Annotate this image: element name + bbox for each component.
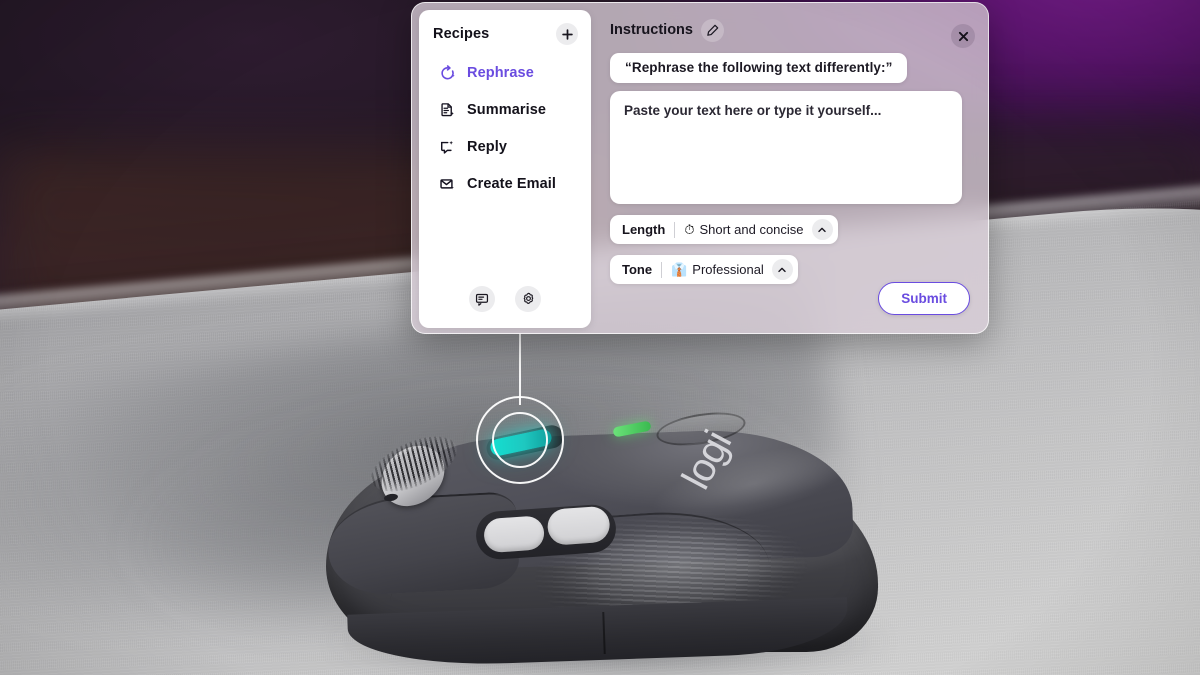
envelope-sparkle-icon bbox=[437, 174, 457, 194]
logi-ai-prompt-builder-panel: Recipes Rephrase Summarise Reply Create … bbox=[411, 2, 989, 334]
stopwatch-icon: ⏱ bbox=[684, 222, 695, 237]
add-recipe-button[interactable] bbox=[556, 23, 578, 45]
recipes-header: Recipes bbox=[419, 10, 591, 45]
prompt-text-chip[interactable]: “Rephrase the following text differently… bbox=[610, 53, 908, 83]
tone-dropdown[interactable]: Tone 👔 Professional bbox=[610, 255, 798, 284]
sidebar-item-label: Summarise bbox=[467, 102, 547, 118]
feedback-icon bbox=[475, 293, 489, 306]
instructions-header: Instructions bbox=[610, 17, 970, 43]
pencil-icon bbox=[707, 24, 719, 36]
screenshot-stage: logi Recipes Rephrase Summarise Reply Cr… bbox=[0, 0, 1200, 675]
computer-mouse-photo: logi bbox=[318, 398, 888, 675]
chevron-up-icon[interactable] bbox=[771, 259, 793, 280]
tone-option-row: Tone 👔 Professional bbox=[610, 255, 970, 284]
rephrase-sparkle-icon bbox=[437, 63, 457, 83]
necktie-icon: 👔 bbox=[671, 262, 688, 277]
recipes-sidebar: Recipes Rephrase Summarise Reply Create … bbox=[419, 10, 591, 328]
tone-label: Tone bbox=[622, 262, 653, 277]
settings-button[interactable] bbox=[515, 286, 541, 312]
sidebar-footer bbox=[419, 286, 591, 328]
close-icon bbox=[958, 31, 968, 41]
chevron-up-icon[interactable] bbox=[811, 219, 833, 240]
instructions-pane: Instructions “Rephrase the following tex… bbox=[598, 3, 988, 333]
tone-value: Professional bbox=[692, 262, 764, 277]
recipes-title: Recipes bbox=[433, 26, 490, 42]
edit-instructions-button[interactable] bbox=[700, 18, 724, 42]
callout-connector-line bbox=[519, 333, 521, 405]
sidebar-item-label: Create Email bbox=[467, 176, 557, 192]
plus-icon bbox=[561, 28, 573, 40]
sidebar-item-create-email[interactable]: Create Email bbox=[429, 168, 581, 200]
sidebar-item-summarise[interactable]: Summarise bbox=[429, 94, 581, 126]
close-panel-button[interactable] bbox=[951, 24, 975, 48]
reply-sparkle-icon bbox=[437, 137, 457, 157]
sidebar-item-reply[interactable]: Reply bbox=[429, 131, 581, 163]
sidebar-item-label: Reply bbox=[467, 139, 507, 155]
mouse-side-buttons bbox=[474, 503, 618, 561]
document-sparkle-icon bbox=[437, 100, 457, 120]
length-dropdown[interactable]: Length ⏱ Short and concise bbox=[610, 215, 838, 244]
user-text-input[interactable]: Paste your text here or type it yourself… bbox=[610, 91, 962, 204]
gear-icon bbox=[523, 292, 533, 304]
mouse-side-button-back bbox=[482, 515, 546, 554]
callout-ring-inner bbox=[492, 412, 548, 468]
length-value: Short and concise bbox=[699, 222, 804, 237]
submit-button[interactable]: Submit bbox=[878, 282, 970, 315]
length-label: Length bbox=[622, 222, 666, 237]
mouse-side-button-forward bbox=[546, 505, 611, 546]
length-option-row: Length ⏱ Short and concise bbox=[610, 215, 970, 244]
recipes-list: Rephrase Summarise Reply Create Email bbox=[419, 57, 591, 286]
submit-area: Submit bbox=[878, 282, 970, 315]
sidebar-item-rephrase[interactable]: Rephrase bbox=[429, 57, 581, 89]
sidebar-item-label: Rephrase bbox=[467, 65, 534, 81]
feedback-button[interactable] bbox=[469, 286, 495, 312]
instructions-title: Instructions bbox=[610, 22, 693, 38]
